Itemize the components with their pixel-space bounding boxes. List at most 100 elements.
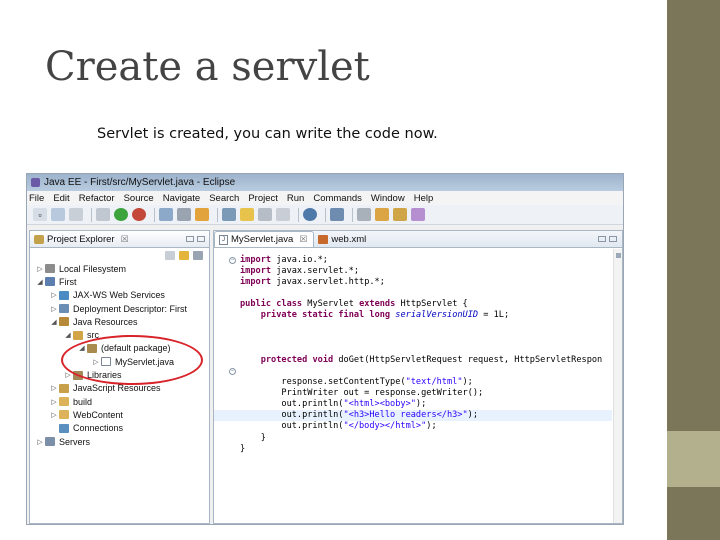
expanded-arrow-icon[interactable]: ◢ bbox=[50, 318, 58, 326]
menu-item-project[interactable]: Project bbox=[248, 193, 278, 204]
view-menu-icon[interactable] bbox=[193, 250, 203, 260]
connections-icon bbox=[59, 423, 69, 433]
wizard-icon[interactable] bbox=[411, 208, 425, 221]
next-annotation-icon[interactable] bbox=[276, 208, 290, 221]
tab-web-xml[interactable]: web.xml bbox=[314, 231, 372, 247]
tree-item[interactable]: ▷ Deployment Descriptor: First bbox=[30, 302, 209, 315]
maximize-icon[interactable] bbox=[609, 236, 617, 242]
annotation-icon[interactable] bbox=[258, 208, 272, 221]
menu-item-edit[interactable]: Edit bbox=[53, 193, 69, 204]
new-icon[interactable]: ▫ bbox=[33, 208, 47, 221]
window-title-bar: Java EE - First/src/MyServlet.java - Ecl… bbox=[27, 174, 623, 191]
collapsed-arrow-icon[interactable]: ▷ bbox=[50, 411, 58, 419]
code-line: out.println("<html><boby>"); bbox=[240, 399, 612, 410]
tree-item[interactable]: ▷ WebContent bbox=[30, 408, 209, 421]
toolbar-separator bbox=[217, 207, 218, 222]
print-icon[interactable] bbox=[69, 208, 83, 221]
code-area[interactable]: import java.io.*; import javax.servlet.*;… bbox=[214, 255, 612, 455]
external-tools-icon[interactable] bbox=[132, 208, 146, 221]
menu-item-window[interactable]: Window bbox=[371, 193, 405, 204]
code-keyword: void bbox=[312, 354, 334, 365]
menu-item-source[interactable]: Source bbox=[124, 193, 154, 204]
expanded-arrow-icon[interactable]: ◢ bbox=[36, 278, 44, 286]
search-icon[interactable] bbox=[222, 208, 236, 221]
connection-icon[interactable] bbox=[330, 208, 344, 221]
tree-item[interactable]: Connections bbox=[30, 422, 209, 435]
filesystem-icon bbox=[45, 264, 55, 274]
menu-item-help[interactable]: Help bbox=[414, 193, 434, 204]
descriptor-icon bbox=[59, 304, 69, 314]
globe-icon[interactable] bbox=[303, 208, 317, 221]
run-icon[interactable] bbox=[114, 208, 128, 221]
code-keyword: extends bbox=[359, 299, 396, 310]
tree-item-label: First bbox=[59, 276, 77, 287]
menu-item-search[interactable]: Search bbox=[209, 193, 239, 204]
scrollbar-marker bbox=[616, 253, 621, 258]
project-explorer-tab-label: Project Explorer bbox=[47, 233, 115, 245]
editor-gutter: − − bbox=[214, 249, 238, 523]
tree-item[interactable]: ◢ Java Resources bbox=[30, 315, 209, 328]
code-text: MyServlet bbox=[307, 299, 354, 310]
menu-item-refactor[interactable]: Refactor bbox=[79, 193, 115, 204]
tree-item[interactable]: ▷ build bbox=[30, 395, 209, 408]
tab-project-explorer[interactable]: Project Explorer ☒ bbox=[30, 231, 209, 248]
minimize-icon[interactable] bbox=[598, 236, 606, 242]
collapsed-arrow-icon[interactable]: ▷ bbox=[36, 438, 44, 446]
editor-tab-bar: J MyServlet.java ☒ web.xml bbox=[214, 231, 622, 248]
open-type-icon[interactable] bbox=[195, 208, 209, 221]
code-text: javax.servlet.*; bbox=[276, 266, 360, 277]
editor-pane: J MyServlet.java ☒ web.xml − − import ja… bbox=[213, 230, 623, 524]
collapsed-arrow-icon[interactable]: ▷ bbox=[36, 265, 44, 273]
editor-tab-label: web.xml bbox=[331, 233, 367, 245]
code-field: serialVersionUID bbox=[395, 310, 479, 321]
code-string: "</body></html>" bbox=[343, 421, 427, 432]
collapsed-arrow-icon[interactable]: ▷ bbox=[50, 291, 58, 299]
code-text: response.setContentType( bbox=[240, 377, 406, 388]
package-folder-icon[interactable] bbox=[393, 208, 407, 221]
close-icon[interactable]: ☒ bbox=[121, 234, 129, 245]
tree-item[interactable]: ▷ JAX-WS Web Services bbox=[30, 289, 209, 302]
code-line: import java.io.*; bbox=[240, 255, 612, 266]
menu-item-navigate[interactable]: Navigate bbox=[163, 193, 201, 204]
tab-myservlet-java[interactable]: J MyServlet.java ☒ bbox=[214, 231, 315, 247]
maximize-icon[interactable] bbox=[197, 236, 205, 242]
new-java-project-icon[interactable] bbox=[159, 208, 173, 221]
collapsed-arrow-icon[interactable]: ▷ bbox=[50, 305, 58, 313]
minimize-icon[interactable] bbox=[186, 236, 194, 242]
tree-item[interactable]: ▷ Servers bbox=[30, 435, 209, 448]
collapsed-arrow-icon[interactable]: ▷ bbox=[50, 384, 58, 392]
save-icon[interactable] bbox=[51, 208, 65, 221]
code-keyword: class bbox=[276, 299, 303, 310]
link-editor-icon[interactable] bbox=[179, 250, 189, 260]
menu-bar: File Edit Refactor Source Navigate Search Proj… bbox=[27, 191, 623, 205]
code-line: } bbox=[240, 433, 612, 444]
view-window-controls bbox=[186, 236, 205, 242]
code-text: ); bbox=[415, 399, 427, 410]
tree-item[interactable]: ◢ First bbox=[30, 275, 209, 288]
debug-icon[interactable] bbox=[96, 208, 110, 221]
fold-toggle-icon[interactable]: − bbox=[229, 257, 236, 264]
menu-item-run[interactable]: Run bbox=[287, 193, 304, 204]
tree-item-label: JAX-WS Web Services bbox=[73, 290, 165, 301]
tree-item[interactable]: ▷ Local Filesystem bbox=[30, 262, 209, 275]
code-line: response.setContentType("text/html"); bbox=[240, 377, 612, 388]
folder-icon bbox=[59, 410, 69, 420]
menu-item-commands[interactable]: Commands bbox=[313, 193, 362, 204]
toggle-mark-icon[interactable] bbox=[240, 208, 254, 221]
menu-item-file[interactable]: File bbox=[29, 193, 44, 204]
toolbar-separator bbox=[91, 207, 92, 222]
new-class-icon[interactable] bbox=[177, 208, 191, 221]
server-icon[interactable] bbox=[357, 208, 371, 221]
collapsed-arrow-icon[interactable]: ▷ bbox=[50, 398, 58, 406]
main-toolbar: ▫ bbox=[27, 205, 623, 225]
slide-subtitle: Servlet is created, you can write the co… bbox=[97, 126, 438, 142]
fold-toggle-icon[interactable]: − bbox=[229, 368, 236, 375]
open-folder-icon[interactable] bbox=[375, 208, 389, 221]
collapse-all-icon[interactable] bbox=[165, 250, 175, 260]
code-line: public class MyServlet extends HttpServl… bbox=[240, 299, 612, 310]
vertical-scrollbar[interactable] bbox=[613, 249, 622, 523]
close-icon[interactable]: ☒ bbox=[299, 234, 307, 245]
expanded-arrow-icon[interactable]: ◢ bbox=[64, 331, 72, 339]
